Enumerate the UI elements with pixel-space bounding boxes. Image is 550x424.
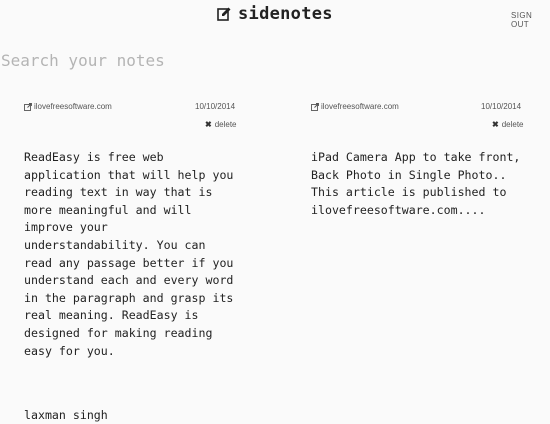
delete-label: delete: [501, 120, 524, 129]
note-body[interactable]: ReadEasy is free web application that wi…: [24, 149, 233, 360]
note-meta: ilovefreesoftware.com 10/10/2014: [24, 102, 241, 112]
delete-label: delete: [214, 120, 237, 129]
close-icon: ✖: [492, 120, 499, 129]
delete-note-button[interactable]: ✖ delete: [492, 120, 524, 129]
close-icon: ✖: [205, 120, 212, 129]
note-source-link[interactable]: ilovefreesoftware.com: [311, 102, 399, 111]
app-title: sidenotes: [238, 4, 333, 24]
delete-note-button[interactable]: ✖ delete: [205, 120, 237, 129]
note-author: laxman singh: [24, 408, 108, 422]
note-meta: ilovefreesoftware.com 10/10/2014: [311, 102, 527, 112]
sign-out-link[interactable]: SIGN OUT: [511, 11, 550, 29]
external-link-icon: [24, 102, 32, 111]
note-date: 10/10/2014: [481, 102, 522, 111]
note-source-label: ilovefreesoftware.com: [321, 102, 399, 111]
brand: sidenotes: [217, 4, 333, 24]
note-source-link[interactable]: ilovefreesoftware.com: [24, 102, 112, 111]
note-date: 10/10/2014: [195, 102, 236, 111]
note-body[interactable]: iPad Camera App to take front, Back Phot…: [311, 149, 520, 219]
app-header: sidenotes SIGN OUT: [0, 0, 550, 30]
search-input[interactable]: [1, 47, 531, 73]
edit-note-icon: [217, 7, 231, 21]
external-link-icon: [311, 102, 319, 111]
note-source-label: ilovefreesoftware.com: [34, 102, 112, 111]
